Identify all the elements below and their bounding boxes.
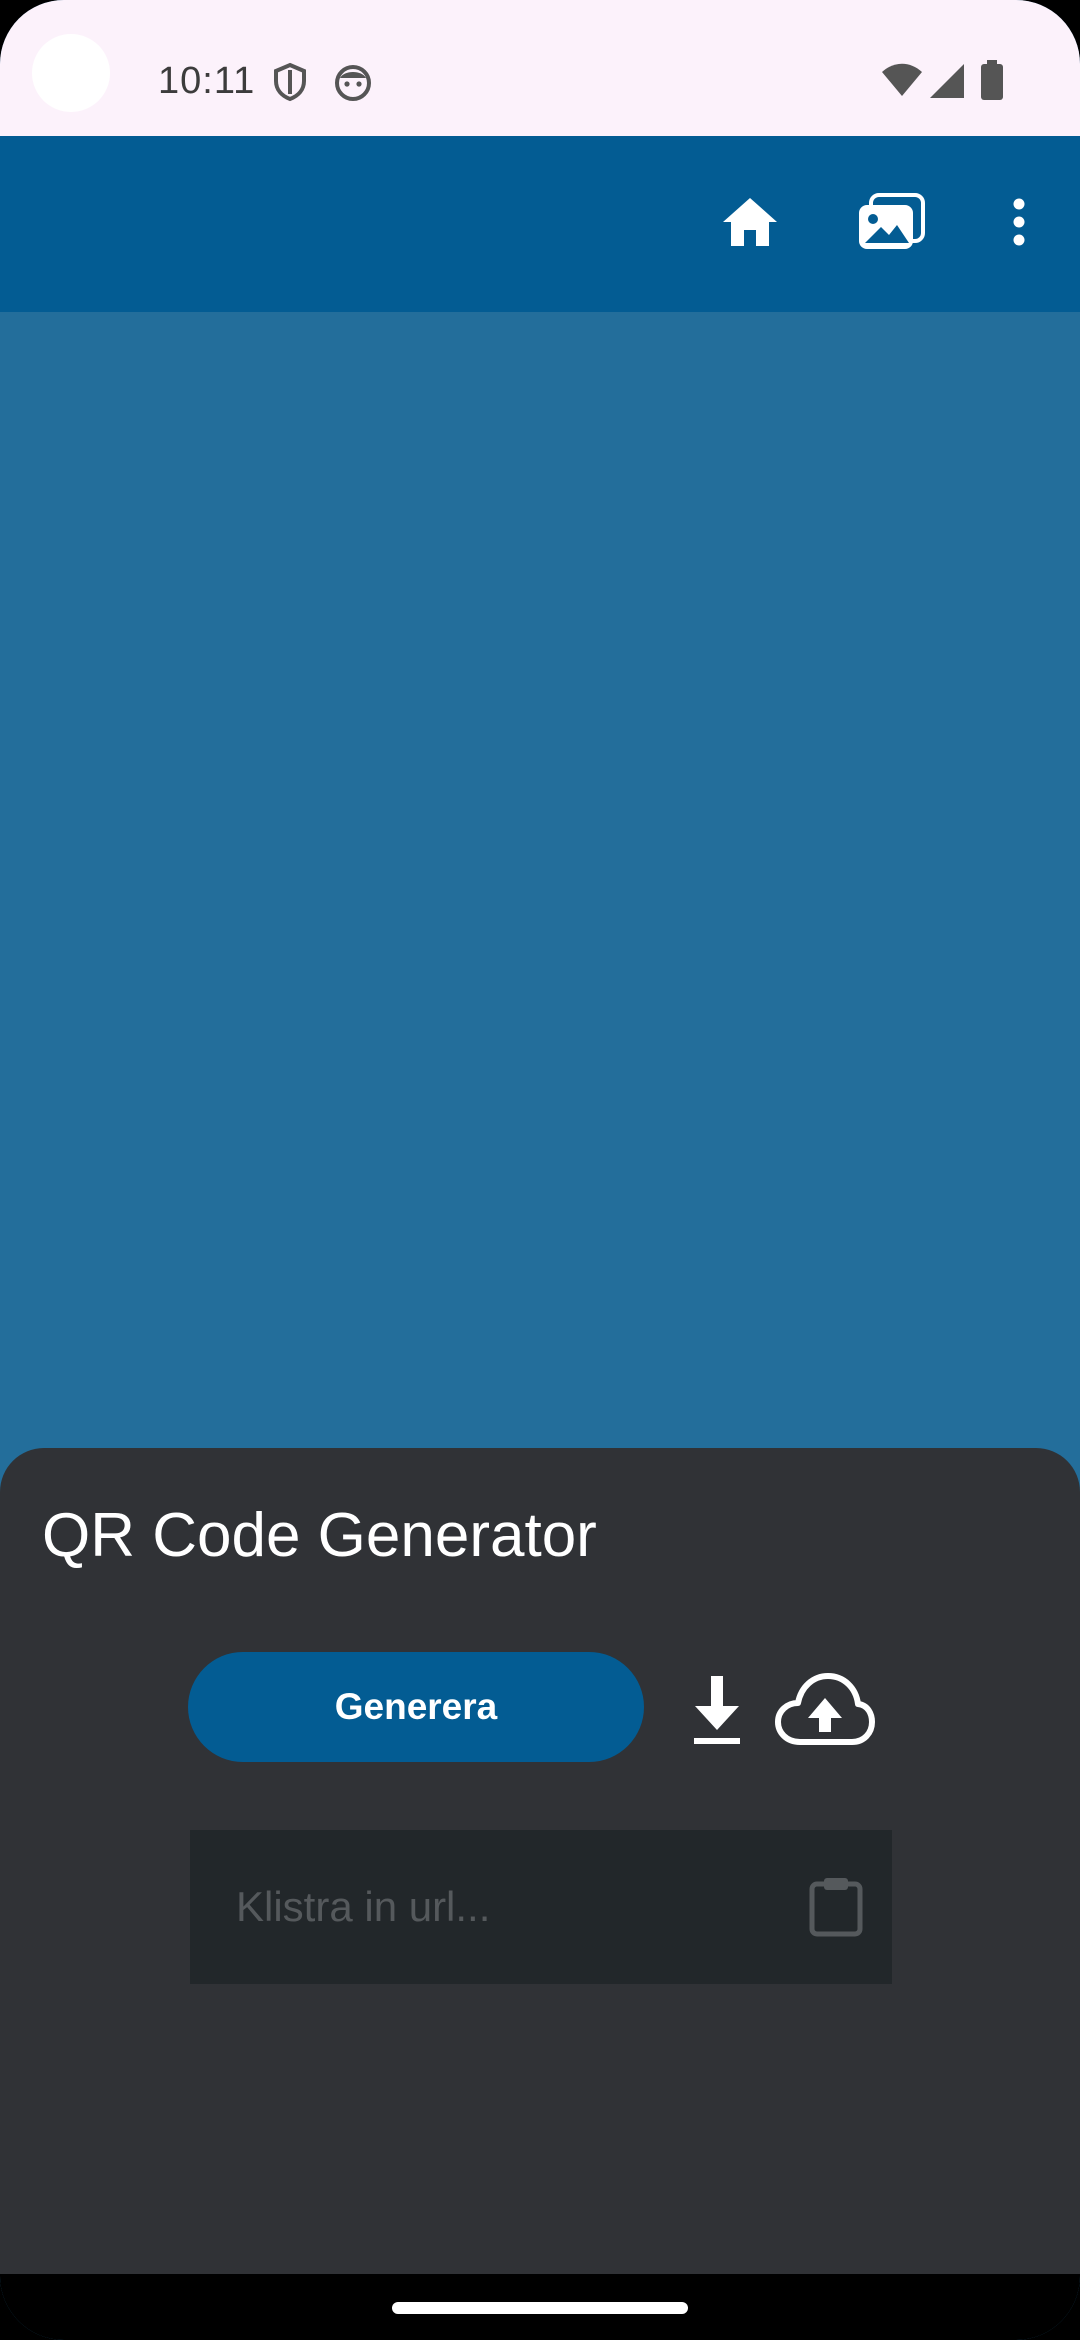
wifi-icon — [880, 62, 924, 103]
home-button[interactable] — [702, 176, 798, 272]
url-input[interactable] — [236, 1830, 796, 1984]
status-time: 10:11 — [158, 60, 256, 102]
generate-button[interactable]: Generera — [188, 1652, 644, 1762]
bottom-sheet: QR Code Generator Generera — [0, 1448, 1080, 2274]
gallery-icon — [857, 192, 925, 256]
navigation-bar — [0, 2274, 1080, 2340]
download-button[interactable] — [684, 1672, 750, 1748]
more-vert-icon — [1012, 198, 1026, 251]
more-options-button[interactable] — [971, 176, 1067, 272]
sheet-title: QR Code Generator — [42, 1501, 597, 1570]
face-icon — [334, 64, 372, 107]
status-bar: 10:11 — [0, 0, 1080, 136]
upload-button[interactable] — [774, 1670, 876, 1750]
battery-icon — [980, 60, 1004, 105]
download-icon — [684, 1676, 750, 1752]
cellular-signal-icon — [928, 62, 966, 105]
shield-icon — [272, 62, 308, 107]
camera-cutout — [32, 34, 110, 112]
qr-preview-area — [0, 312, 1080, 1448]
screen: 10:11 QR Code Generator Generera Klistra… — [0, 0, 1080, 2340]
home-gesture-handle[interactable] — [392, 2302, 688, 2314]
cloud-upload-icon — [774, 1673, 876, 1754]
app-bar — [0, 136, 1080, 312]
paste-button[interactable] — [808, 1876, 864, 1938]
home-icon — [721, 196, 779, 253]
url-field[interactable] — [190, 1830, 892, 1984]
clipboard-icon — [808, 1878, 864, 1942]
gallery-button[interactable] — [843, 176, 939, 272]
